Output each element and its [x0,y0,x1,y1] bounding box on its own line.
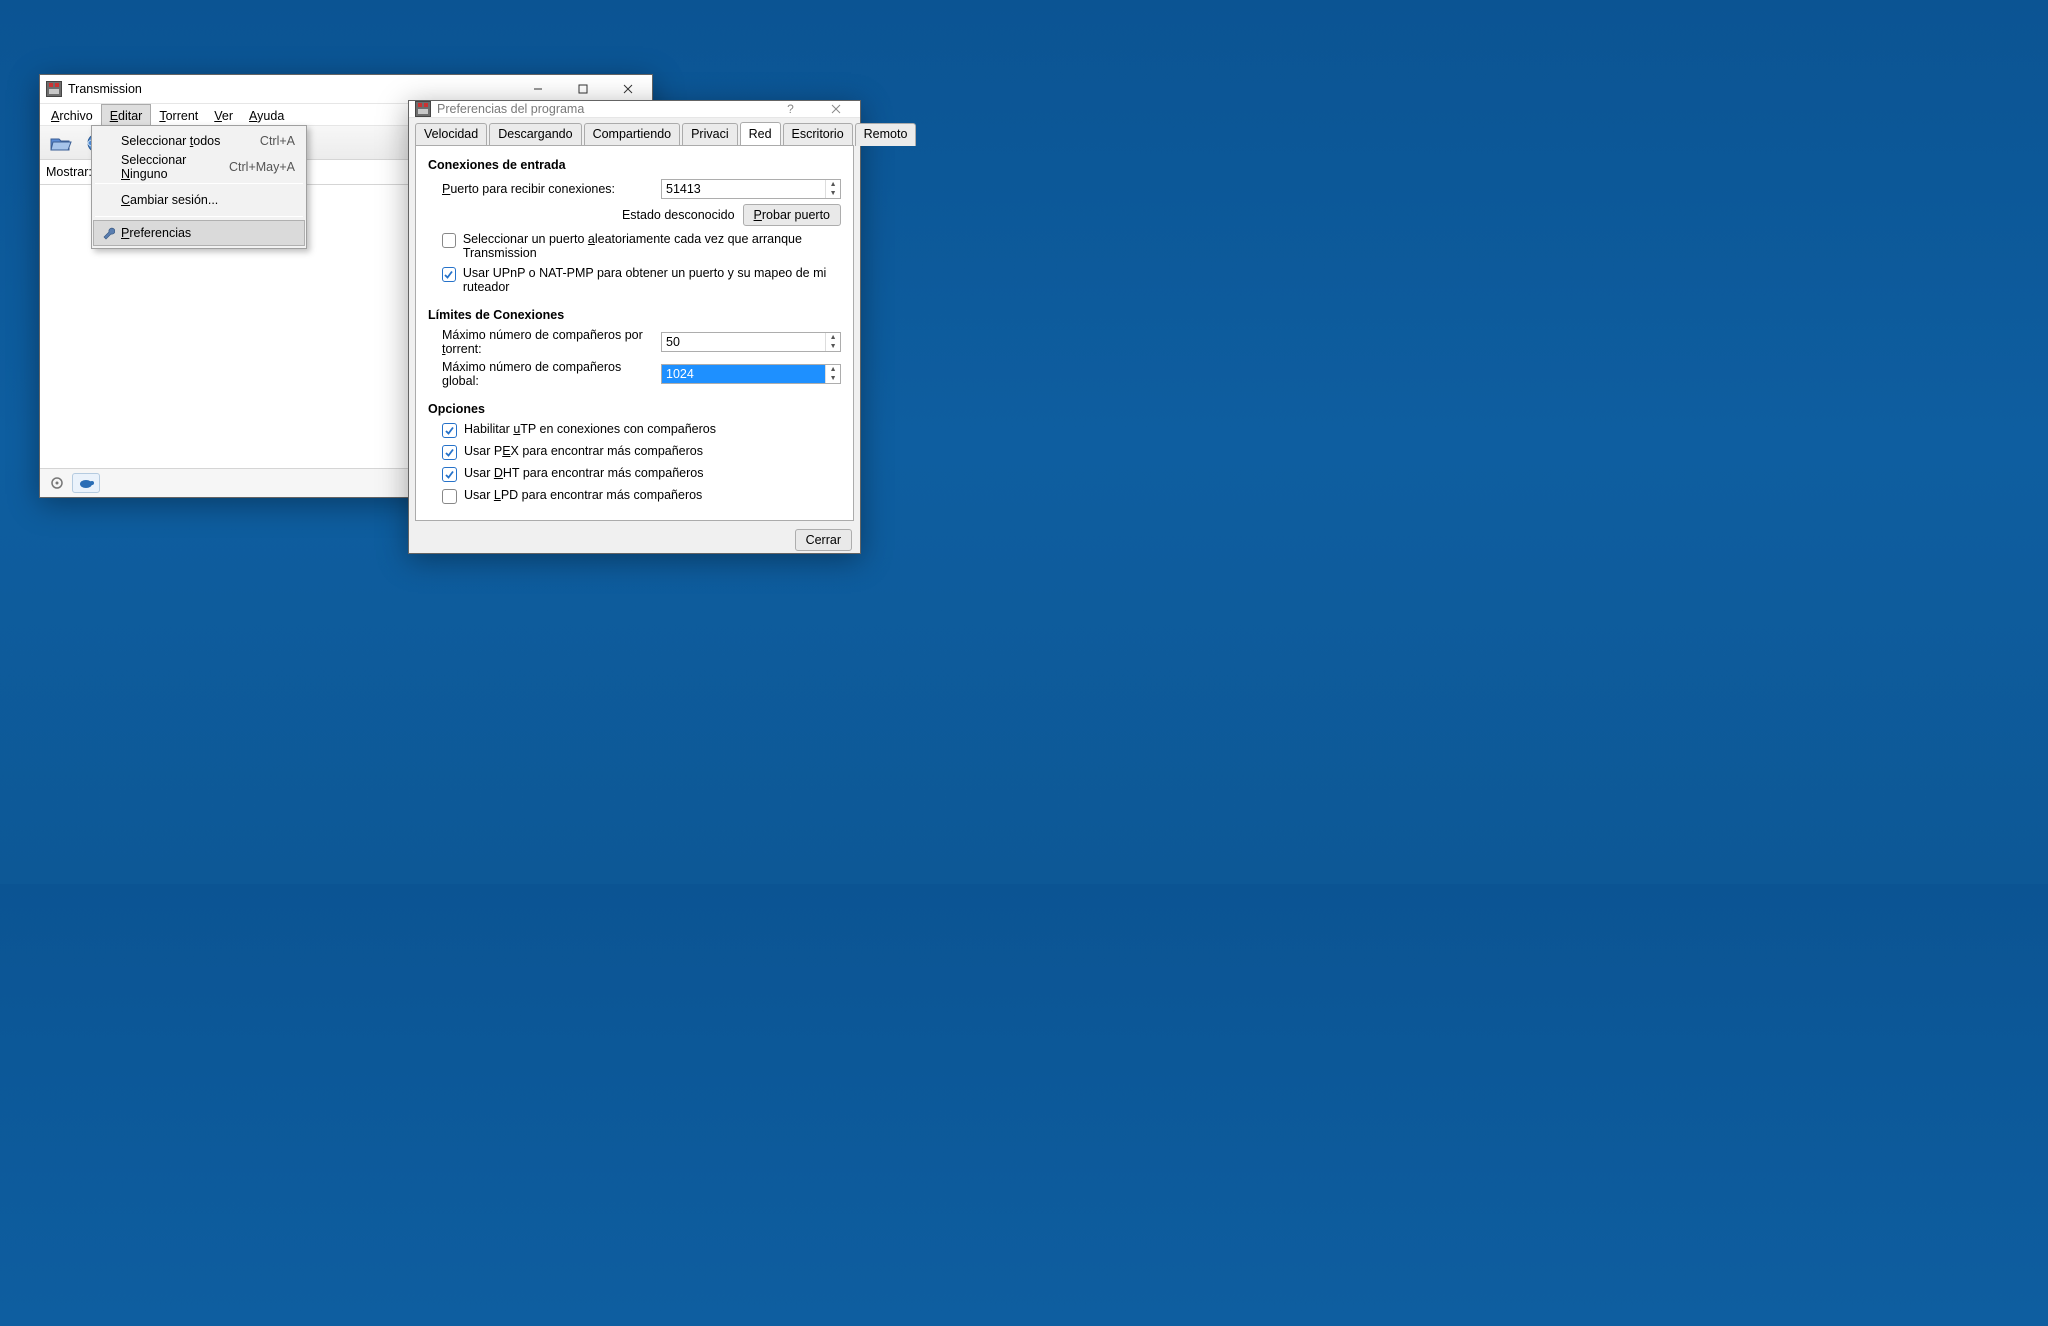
open-file-button[interactable] [46,130,76,156]
peers-global-input[interactable] [662,365,825,383]
port-label: Puerto para recibir conexiones: [442,182,653,196]
shortcut-text: Ctrl+A [260,134,295,148]
pex-checkbox[interactable] [442,445,457,460]
maximize-button[interactable] [560,75,605,103]
transmission-app-icon [46,81,62,97]
peers-torrent-spinbox[interactable]: ▲▼ [661,332,841,352]
prefs-titlebar[interactable]: Preferencias del programa ? [409,101,860,118]
peers-global-spinbox[interactable]: ▲▼ [661,364,841,384]
tab-privacy[interactable]: Privaci [682,123,738,146]
menu-item-preferences[interactable]: Preferencias [93,220,305,246]
pex-checkbox-row: Usar PEX para encontrar más compañeros [442,444,841,460]
help-button[interactable]: ? [768,101,813,117]
random-port-label: Seleccionar un puerto aleatoriamente cad… [463,232,841,260]
prefs-tabs: Velocidad Descargando Compartiendo Priva… [409,118,860,145]
tab-network[interactable]: Red [740,122,781,145]
menu-separator [95,183,303,184]
upnp-checkbox[interactable] [442,267,456,282]
utp-checkbox-row: Habilitar uTP en conexiones con compañer… [442,422,841,438]
window-controls: ? [768,101,858,117]
minimize-icon [533,84,543,94]
transmission-app-icon [415,101,431,117]
prefs-footer: Cerrar [409,527,860,559]
tab-sharing[interactable]: Compartiendo [584,123,681,146]
utp-checkbox[interactable] [442,423,457,438]
peers-torrent-input[interactable] [662,333,825,351]
menu-view[interactable]: Ver [206,104,241,125]
port-status-row: Estado desconocido Probar puerto [442,204,841,226]
minimize-button[interactable] [515,75,560,103]
turtle-icon [78,477,94,489]
section-incoming: Conexiones de entrada [428,158,841,172]
statusbar-options-button[interactable] [46,473,68,493]
close-prefs-button[interactable]: Cerrar [795,529,852,551]
menu-edit[interactable]: Editar [101,104,152,125]
alt-speed-button[interactable] [72,473,100,493]
main-title: Transmission [68,82,515,96]
lpd-checkbox-row: Usar LPD para encontrar más compañeros [442,488,841,504]
peers-global-label: Máximo número de compañeros global: [442,360,653,388]
close-icon [623,84,633,94]
spin-arrows[interactable]: ▲▼ [825,180,840,198]
lpd-label: Usar LPD para encontrar más compañeros [464,488,702,502]
tab-downloading[interactable]: Descargando [489,123,581,146]
menu-torrent[interactable]: Torrent [151,104,206,125]
filter-label: Mostrar: [46,165,92,179]
folder-open-icon [49,134,73,152]
peers-torrent-row: Máximo número de compañeros por torrent:… [442,328,841,356]
window-controls [515,75,650,103]
port-row: Puerto para recibir conexiones: ▲▼ [442,178,841,200]
random-port-checkbox[interactable] [442,233,456,248]
port-status-text: Estado desconocido [622,208,735,222]
tab-remote[interactable]: Remoto [855,123,917,146]
upnp-checkbox-row: Usar UPnP o NAT-PMP para obtener un puer… [442,266,841,294]
pex-label: Usar PEX para encontrar más compañeros [464,444,703,458]
menu-item-change-session[interactable]: Cambiar sesión... [93,187,305,213]
upnp-label: Usar UPnP o NAT-PMP para obtener un puer… [463,266,841,294]
peers-torrent-label: Máximo número de compañeros por torrent: [442,328,653,356]
random-port-checkbox-row: Seleccionar un puerto aleatoriamente cad… [442,232,841,260]
section-limits: Límites de Conexiones [428,308,841,322]
menu-separator [95,216,303,217]
maximize-icon [578,84,588,94]
lpd-checkbox[interactable] [442,489,457,504]
menu-item-select-all[interactable]: Seleccionar todos Ctrl+A [93,128,305,154]
dht-checkbox[interactable] [442,467,457,482]
dht-label: Usar DHT para encontrar más compañeros [464,466,703,480]
spin-arrows[interactable]: ▲▼ [825,333,840,351]
close-button[interactable] [813,101,858,117]
peers-global-row: Máximo número de compañeros global: ▲▼ [442,360,841,388]
dht-checkbox-row: Usar DHT para encontrar más compañeros [442,466,841,482]
wrench-icon [100,225,116,241]
section-options: Opciones [428,402,841,416]
tab-speed[interactable]: Velocidad [415,123,487,146]
spin-arrows[interactable]: ▲▼ [825,365,840,383]
close-button[interactable] [605,75,650,103]
menu-file[interactable]: Archivo [43,104,101,125]
close-icon [831,104,841,114]
menu-help[interactable]: Ayuda [241,104,292,125]
prefs-network-page: Conexiones de entrada Puerto para recibi… [415,145,854,521]
utp-label: Habilitar uTP en conexiones con compañer… [464,422,716,436]
shortcut-text: Ctrl+May+A [229,160,295,174]
prefs-title: Preferencias del programa [437,102,768,116]
preferences-dialog: Preferencias del programa ? Velocidad De… [408,100,861,554]
edit-menu-dropdown: Seleccionar todos Ctrl+A Seleccionar Nin… [91,125,307,249]
menu-item-select-none[interactable]: Seleccionar Ninguno Ctrl+May+A [93,154,305,180]
port-input[interactable] [662,180,825,198]
gear-icon [50,476,64,490]
port-spinbox[interactable]: ▲▼ [661,179,841,199]
test-port-button[interactable]: Probar puerto [743,204,841,226]
tab-desktop[interactable]: Escritorio [783,123,853,146]
